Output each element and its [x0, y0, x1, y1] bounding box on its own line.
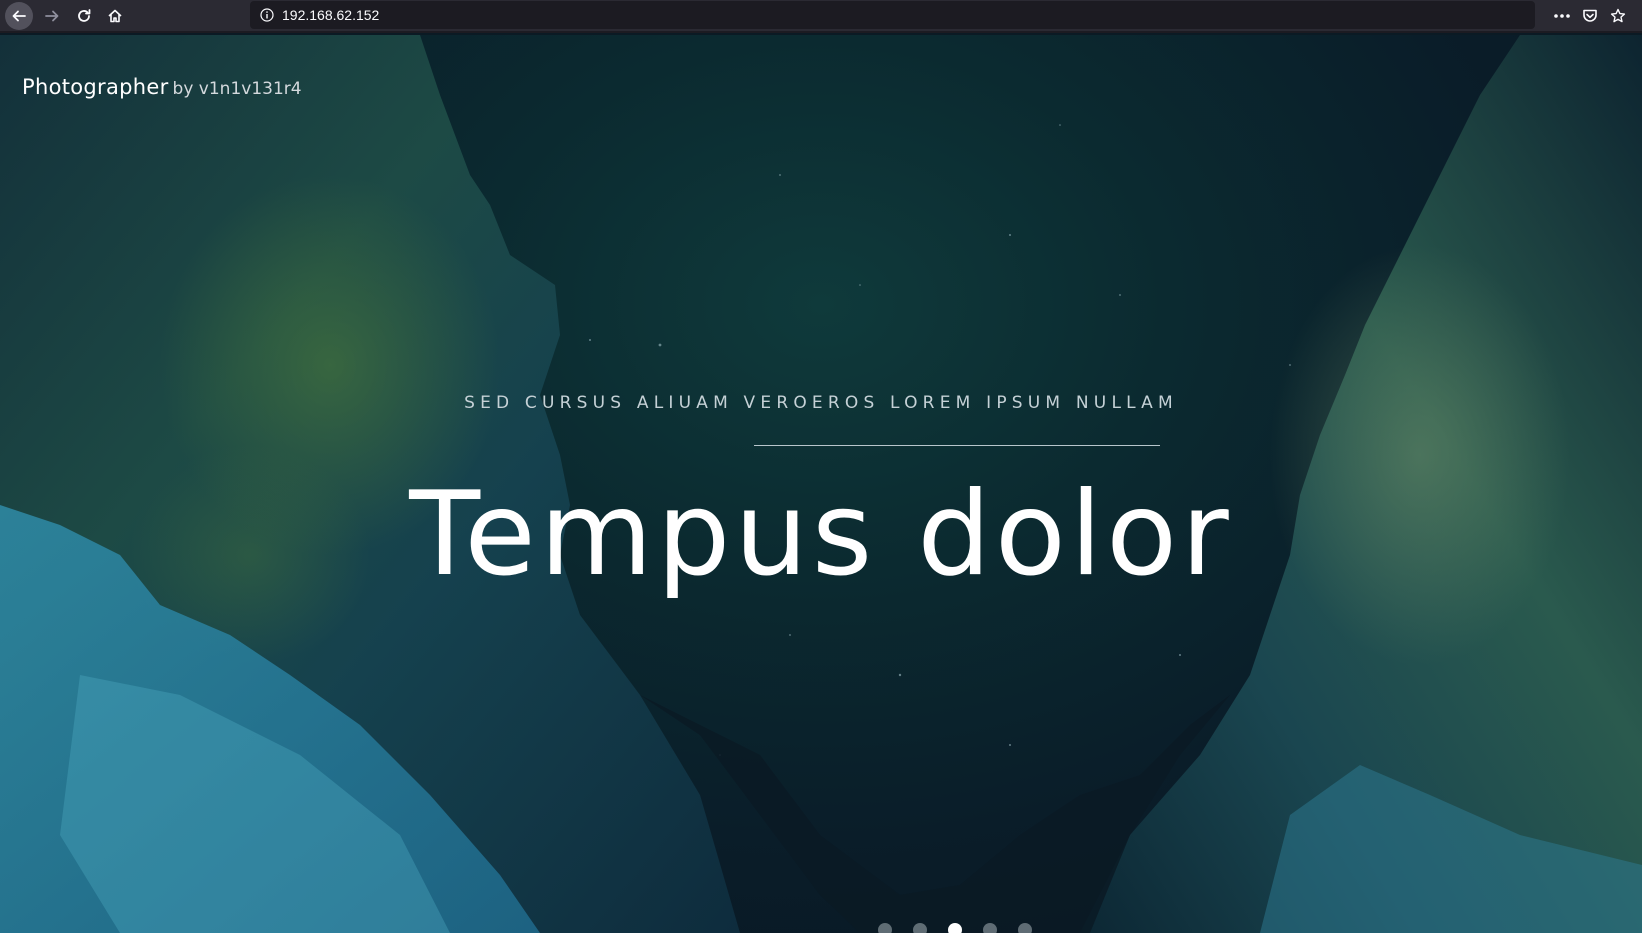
bookmark-star-icon: [1610, 8, 1626, 23]
slider-pagination: [878, 923, 1032, 933]
info-icon[interactable]: [260, 8, 274, 22]
site-brand[interactable]: Photographer by v1n1v131r4: [22, 75, 302, 99]
browser-toolbar: 192.168.62.152: [0, 0, 1642, 33]
pocket-button[interactable]: [1578, 4, 1602, 28]
reload-button[interactable]: [70, 2, 98, 30]
hero-banner: Photographer by v1n1v131r4 SED CURSUS ALI…: [0, 35, 1642, 933]
slider-dot-1[interactable]: [878, 923, 892, 933]
bookmark-button[interactable]: [1606, 4, 1630, 28]
reload-icon: [78, 9, 91, 22]
home-button[interactable]: [101, 2, 129, 30]
forward-button[interactable]: [38, 2, 66, 30]
url-bar[interactable]: 192.168.62.152: [250, 1, 1535, 29]
back-arrow-icon: [12, 10, 26, 22]
brand-name[interactable]: Photographer: [22, 75, 169, 99]
slider-dot-3[interactable]: [948, 923, 962, 933]
hero-divider: [754, 445, 1160, 446]
hero-title: Tempus dolor: [409, 467, 1233, 602]
more-icon: [1554, 14, 1570, 18]
hero-subtitle: SED CURSUS ALIUAM VEROEROS LOREM IPSUM N…: [464, 393, 1178, 413]
slider-dot-4[interactable]: [983, 923, 997, 933]
url-text[interactable]: 192.168.62.152: [282, 7, 379, 23]
pocket-icon: [1583, 9, 1597, 22]
brand-author: by v1n1v131r4: [172, 79, 302, 99]
slider-dot-5[interactable]: [1018, 923, 1032, 933]
page-actions-button[interactable]: [1550, 4, 1574, 28]
back-button[interactable]: [5, 2, 33, 30]
home-icon: [108, 9, 122, 23]
slider-dot-2[interactable]: [913, 923, 927, 933]
forward-arrow-icon: [45, 10, 59, 22]
